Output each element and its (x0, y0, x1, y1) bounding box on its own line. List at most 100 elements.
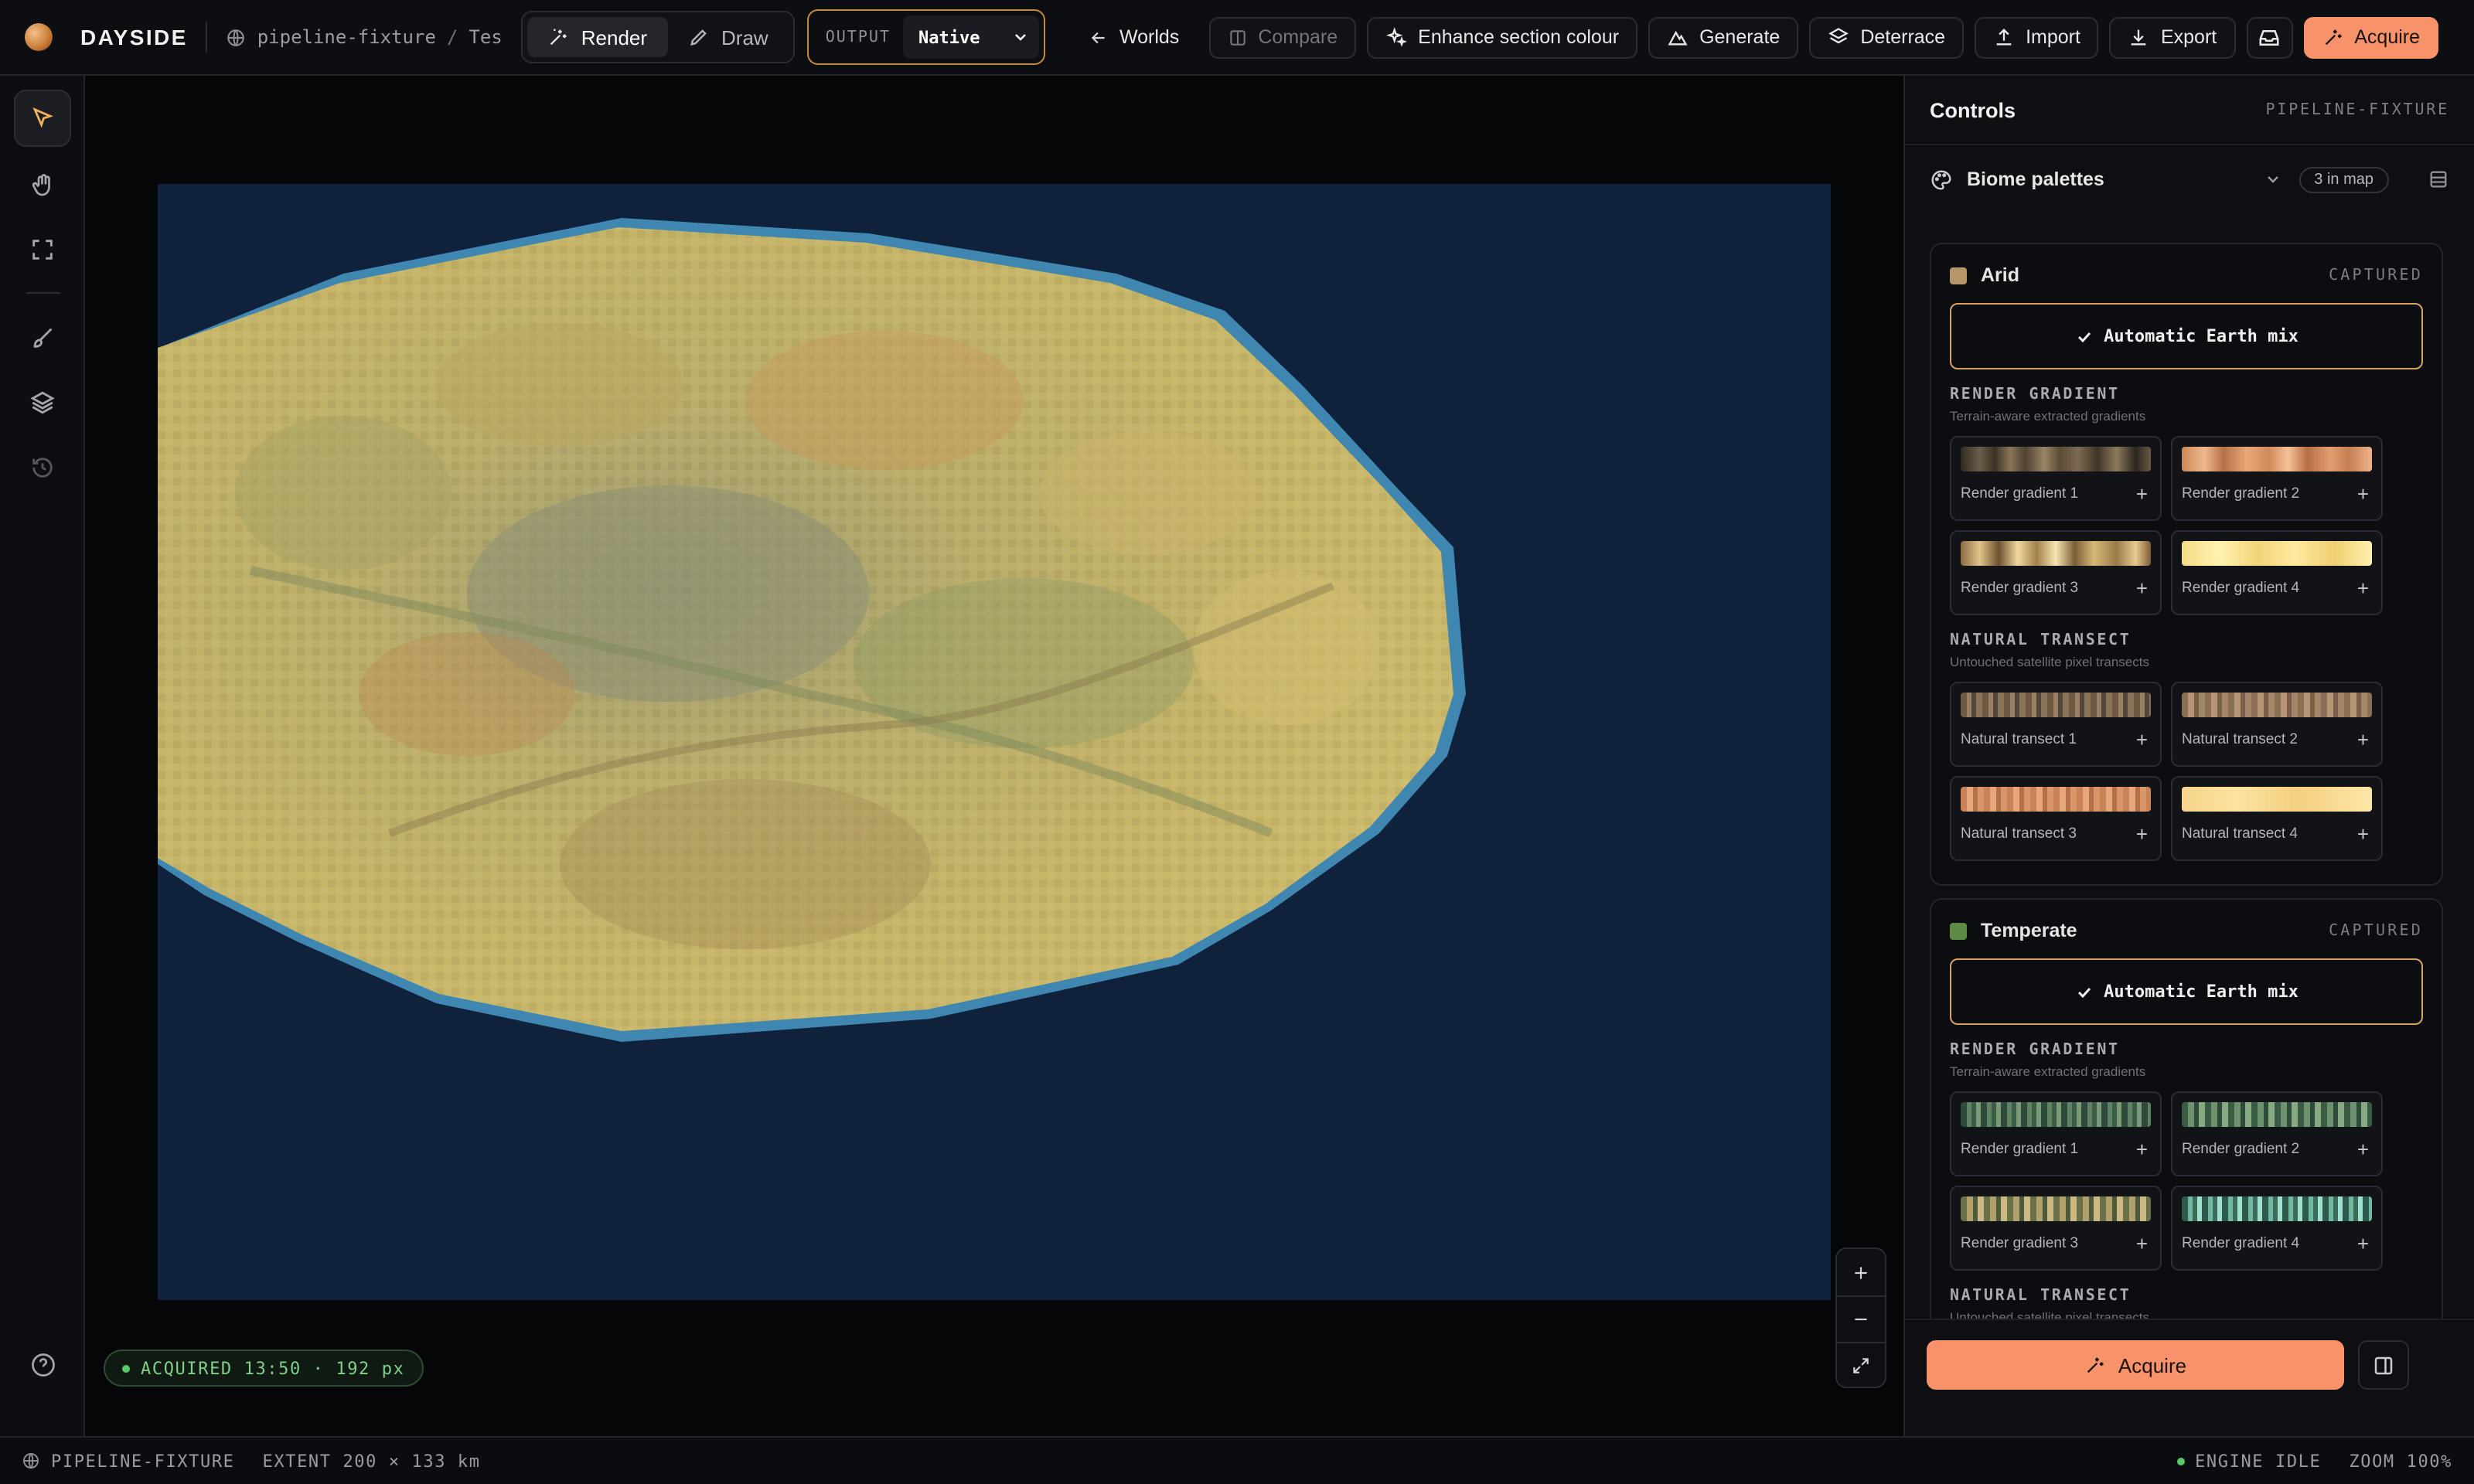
plus-icon[interactable]: + (2136, 1232, 2148, 1255)
transect-swatch (2182, 787, 2372, 812)
output-dropdown[interactable]: Native (902, 15, 1039, 59)
compare-button[interactable]: Compare (1208, 16, 1357, 58)
worlds-label: Worlds (1119, 26, 1180, 48)
layers-icon (1828, 26, 1849, 48)
zoom-out-button[interactable] (1837, 1295, 1885, 1342)
transect-tile[interactable]: Natural transect 4 + (2171, 776, 2383, 861)
natural-transect-subtitle: Untouched satellite pixel transects (1950, 654, 2149, 669)
output-value: Native (918, 27, 980, 47)
plus-icon (1851, 1262, 1871, 1282)
cursor-arrow-icon (29, 105, 56, 131)
draw-mode-tab[interactable]: Draw (667, 17, 789, 57)
fit-view-button[interactable] (1837, 1342, 1885, 1388)
panel-acquire-button[interactable]: Acquire (1927, 1340, 2344, 1390)
status-engine: ENGINE IDLE (2195, 1451, 2322, 1471)
render-gradient-subtitle: Terrain-aware extracted gradients (1950, 1064, 2146, 1079)
gradient-swatch (1961, 1102, 2151, 1127)
plus-icon[interactable]: + (2357, 577, 2369, 600)
chevron-down-icon[interactable] (2263, 170, 2281, 189)
panel-header: Controls PIPELINE-FIXTURE (1905, 76, 2474, 145)
help-button[interactable] (14, 1336, 71, 1393)
export-label: Export (2160, 26, 2217, 48)
tile-label: Render gradient 2 (2182, 1141, 2300, 1158)
plus-icon[interactable]: + (2136, 577, 2148, 600)
satellite-icon (2084, 1354, 2106, 1376)
import-button[interactable]: Import (1975, 16, 2099, 58)
map-canvas[interactable]: ACQUIRED 13:50 · 192 px (85, 76, 1903, 1436)
render-gradient-heading: RENDER GRADIENT (1950, 386, 2120, 403)
plus-icon[interactable]: + (2136, 822, 2148, 846)
history-tool-button[interactable] (14, 439, 71, 496)
transect-tile[interactable]: Natural transect 3 + (1950, 776, 2162, 861)
auto-mix-label: Automatic Earth mix (2104, 326, 2299, 346)
status-zoom: ZOOM 100% (2349, 1451, 2452, 1471)
pan-tool-button[interactable] (14, 156, 71, 213)
gradient-tile[interactable]: Render gradient 4 + (2171, 530, 2383, 615)
worlds-button[interactable]: Worlds (1070, 16, 1198, 58)
acquire-button[interactable]: Acquire (2303, 16, 2439, 58)
render-mode-tab[interactable]: Render (526, 17, 668, 57)
plus-icon[interactable]: + (2357, 728, 2369, 751)
biome-palettes-header[interactable]: Biome palettes 3 in map (1905, 145, 2474, 213)
transect-tile[interactable]: Natural transect 2 + (2171, 682, 2383, 767)
gradient-tile[interactable]: Render gradient 3 + (1950, 530, 2162, 615)
enhance-colour-button[interactable]: Enhance section colour (1367, 16, 1638, 58)
status-dot (122, 1364, 130, 1372)
transect-tile[interactable]: Natural transect 1 + (1950, 682, 2162, 767)
gradient-swatch (2182, 541, 2372, 566)
panel-title: Controls (1930, 98, 2016, 121)
panel-acquire-label: Acquire (2118, 1353, 2187, 1377)
gradient-tile[interactable]: Render gradient 4 + (2171, 1186, 2383, 1271)
gradient-swatch (1961, 447, 2151, 471)
list-view-icon[interactable] (2428, 168, 2449, 190)
biome-card-arid: Arid CAPTURED Automatic Earth mix RENDER… (1930, 243, 2443, 886)
brush-tool-button[interactable] (14, 309, 71, 366)
inbox-button[interactable] (2246, 16, 2293, 58)
gradient-swatch (2182, 1196, 2372, 1221)
output-selector[interactable]: OUTPUT Native (806, 9, 1045, 65)
breadcrumb-project[interactable]: pipeline-fixture (257, 26, 436, 48)
minus-icon (1851, 1309, 1871, 1329)
generate-button[interactable]: Generate (1648, 16, 1799, 58)
inbox-icon (2258, 26, 2281, 49)
logo-icon (25, 23, 53, 51)
layers-tool-button[interactable] (14, 374, 71, 431)
plus-icon[interactable]: + (2136, 1138, 2148, 1161)
biome-status: CAPTURED (2329, 267, 2423, 284)
gradient-tile[interactable]: Render gradient 1 + (1950, 436, 2162, 521)
toggle-panel-button[interactable] (2358, 1340, 2409, 1390)
plus-icon[interactable]: + (2136, 482, 2148, 505)
gradient-tile[interactable]: Render gradient 1 + (1950, 1091, 2162, 1176)
breadcrumb[interactable]: pipeline-fixture / Tes (227, 26, 503, 48)
export-button[interactable]: Export (2109, 16, 2236, 58)
arrow-left-icon (1089, 27, 1109, 47)
gradient-tile[interactable]: Render gradient 2 + (2171, 1091, 2383, 1176)
frame-tool-button[interactable] (14, 221, 71, 278)
transect-swatch (2182, 693, 2372, 717)
plus-icon[interactable]: + (2357, 482, 2369, 505)
history-icon (29, 454, 56, 481)
status-bar: PIPELINE-FIXTURE EXTENT 200 × 133 km ENG… (0, 1436, 2474, 1484)
plus-icon[interactable]: + (2357, 822, 2369, 846)
gradient-tile[interactable]: Render gradient 3 + (1950, 1186, 2162, 1271)
select-tool-button[interactable] (14, 90, 71, 147)
status-extent: EXTENT 200 × 133 km (262, 1451, 481, 1471)
import-label: Import (2026, 26, 2080, 48)
biome-name: Arid (1981, 264, 2019, 286)
gradient-tile[interactable]: Render gradient 2 + (2171, 436, 2383, 521)
breadcrumb-world[interactable]: Tes (469, 26, 502, 48)
plus-icon[interactable]: + (2357, 1138, 2369, 1161)
automatic-earth-mix-button[interactable]: Automatic Earth mix (1950, 303, 2423, 369)
plus-icon[interactable]: + (2136, 728, 2148, 751)
breadcrumb-separator: / (446, 26, 458, 48)
pencil-icon (687, 26, 709, 48)
plus-icon[interactable]: + (2357, 1232, 2369, 1255)
automatic-earth-mix-button[interactable]: Automatic Earth mix (1950, 958, 2423, 1025)
zoom-in-button[interactable] (1837, 1249, 1885, 1295)
biome-card-header: Temperate CAPTURED (1950, 918, 2423, 943)
deterrace-button[interactable]: Deterrace (1809, 16, 1965, 58)
expand-icon (1851, 1356, 1871, 1376)
panel-footer: Acquire (1905, 1319, 2474, 1436)
split-view-icon (1227, 27, 1247, 47)
gradient-swatch (1961, 541, 2151, 566)
